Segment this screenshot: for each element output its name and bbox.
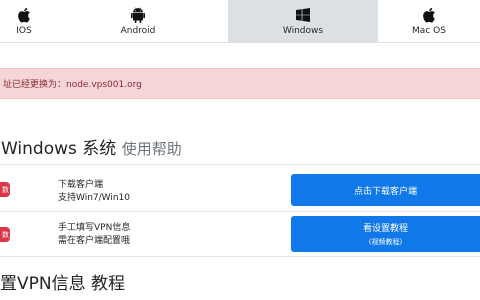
tab-label: Android	[120, 26, 156, 36]
divider	[0, 211, 480, 212]
apple-icon	[15, 6, 33, 24]
section-title: Windows 系统 使用帮助	[1, 134, 182, 159]
button-label: 点击下载客户端	[353, 186, 417, 197]
tab-ios[interactable]: IOS	[0, 0, 48, 42]
row-description: 手工填写VPN信息 需在客户端配置哦	[58, 222, 130, 248]
android-icon	[129, 6, 147, 24]
os-tabs: IOS Android Windows Mac OS	[0, 0, 480, 43]
step-badge: 数	[0, 227, 10, 242]
tab-windows[interactable]: Windows	[228, 0, 378, 42]
domain-change-notice: 址已经更换为：node.vps001.org	[0, 68, 480, 99]
tab-label: Mac OS	[412, 26, 446, 36]
notice-text: 址已经更换为：node.vps001.org	[3, 80, 142, 90]
row-line-2: 支持Win7/Win10	[58, 193, 131, 203]
button-sublabel: (视频教程)	[368, 238, 403, 246]
row-line-1: 下载客户端	[58, 180, 104, 190]
view-tutorial-button[interactable]: 看设置教程 (视频教程)	[291, 216, 480, 252]
tab-label: IOS	[16, 26, 32, 36]
step-badge: 数	[0, 182, 10, 197]
row-line-1: 手工填写VPN信息	[58, 223, 131, 233]
tab-label: Windows	[282, 26, 324, 36]
download-client-button[interactable]: 点击下载客户端	[291, 174, 480, 206]
row-description: 下载客户端 支持Win7/Win10	[58, 179, 130, 205]
button-label: 看设置教程	[362, 224, 408, 234]
divider	[0, 256, 480, 257]
windows-icon	[294, 6, 312, 24]
section2-title: 置VPN信息 教程	[0, 274, 126, 294]
divider	[0, 164, 480, 165]
tab-macos[interactable]: Mac OS	[378, 0, 480, 42]
tab-android[interactable]: Android	[48, 0, 228, 42]
section-subtitle: 使用帮助	[121, 140, 182, 158]
row-line-2: 需在客户端配置哦	[58, 236, 131, 246]
section-title-main: Windows 系统	[1, 139, 117, 159]
apple-icon	[420, 6, 438, 24]
